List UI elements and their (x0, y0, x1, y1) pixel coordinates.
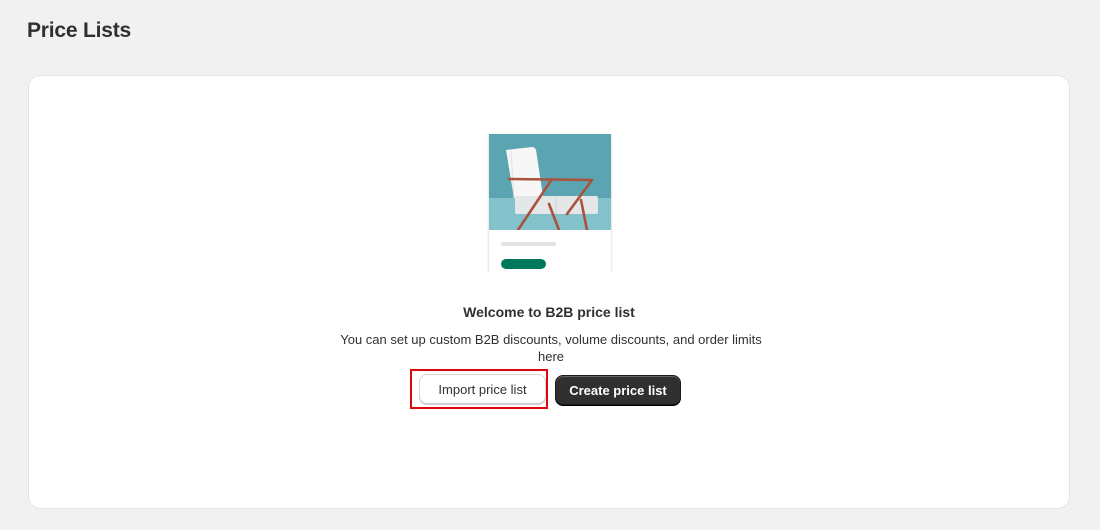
import-price-list-button[interactable]: Import price list (419, 374, 546, 404)
empty-state-heading: Welcome to B2B price list (463, 304, 635, 320)
empty-state: Welcome to B2B price list You can set up… (29, 76, 1069, 508)
page-title: Price Lists (27, 19, 132, 42)
empty-state-description: You can set up custom B2B discounts, vol… (340, 332, 762, 364)
create-price-list-button[interactable]: Create price list (555, 375, 681, 405)
empty-state-card: Welcome to B2B price list You can set up… (28, 75, 1070, 509)
price-list-illustration (489, 134, 611, 272)
